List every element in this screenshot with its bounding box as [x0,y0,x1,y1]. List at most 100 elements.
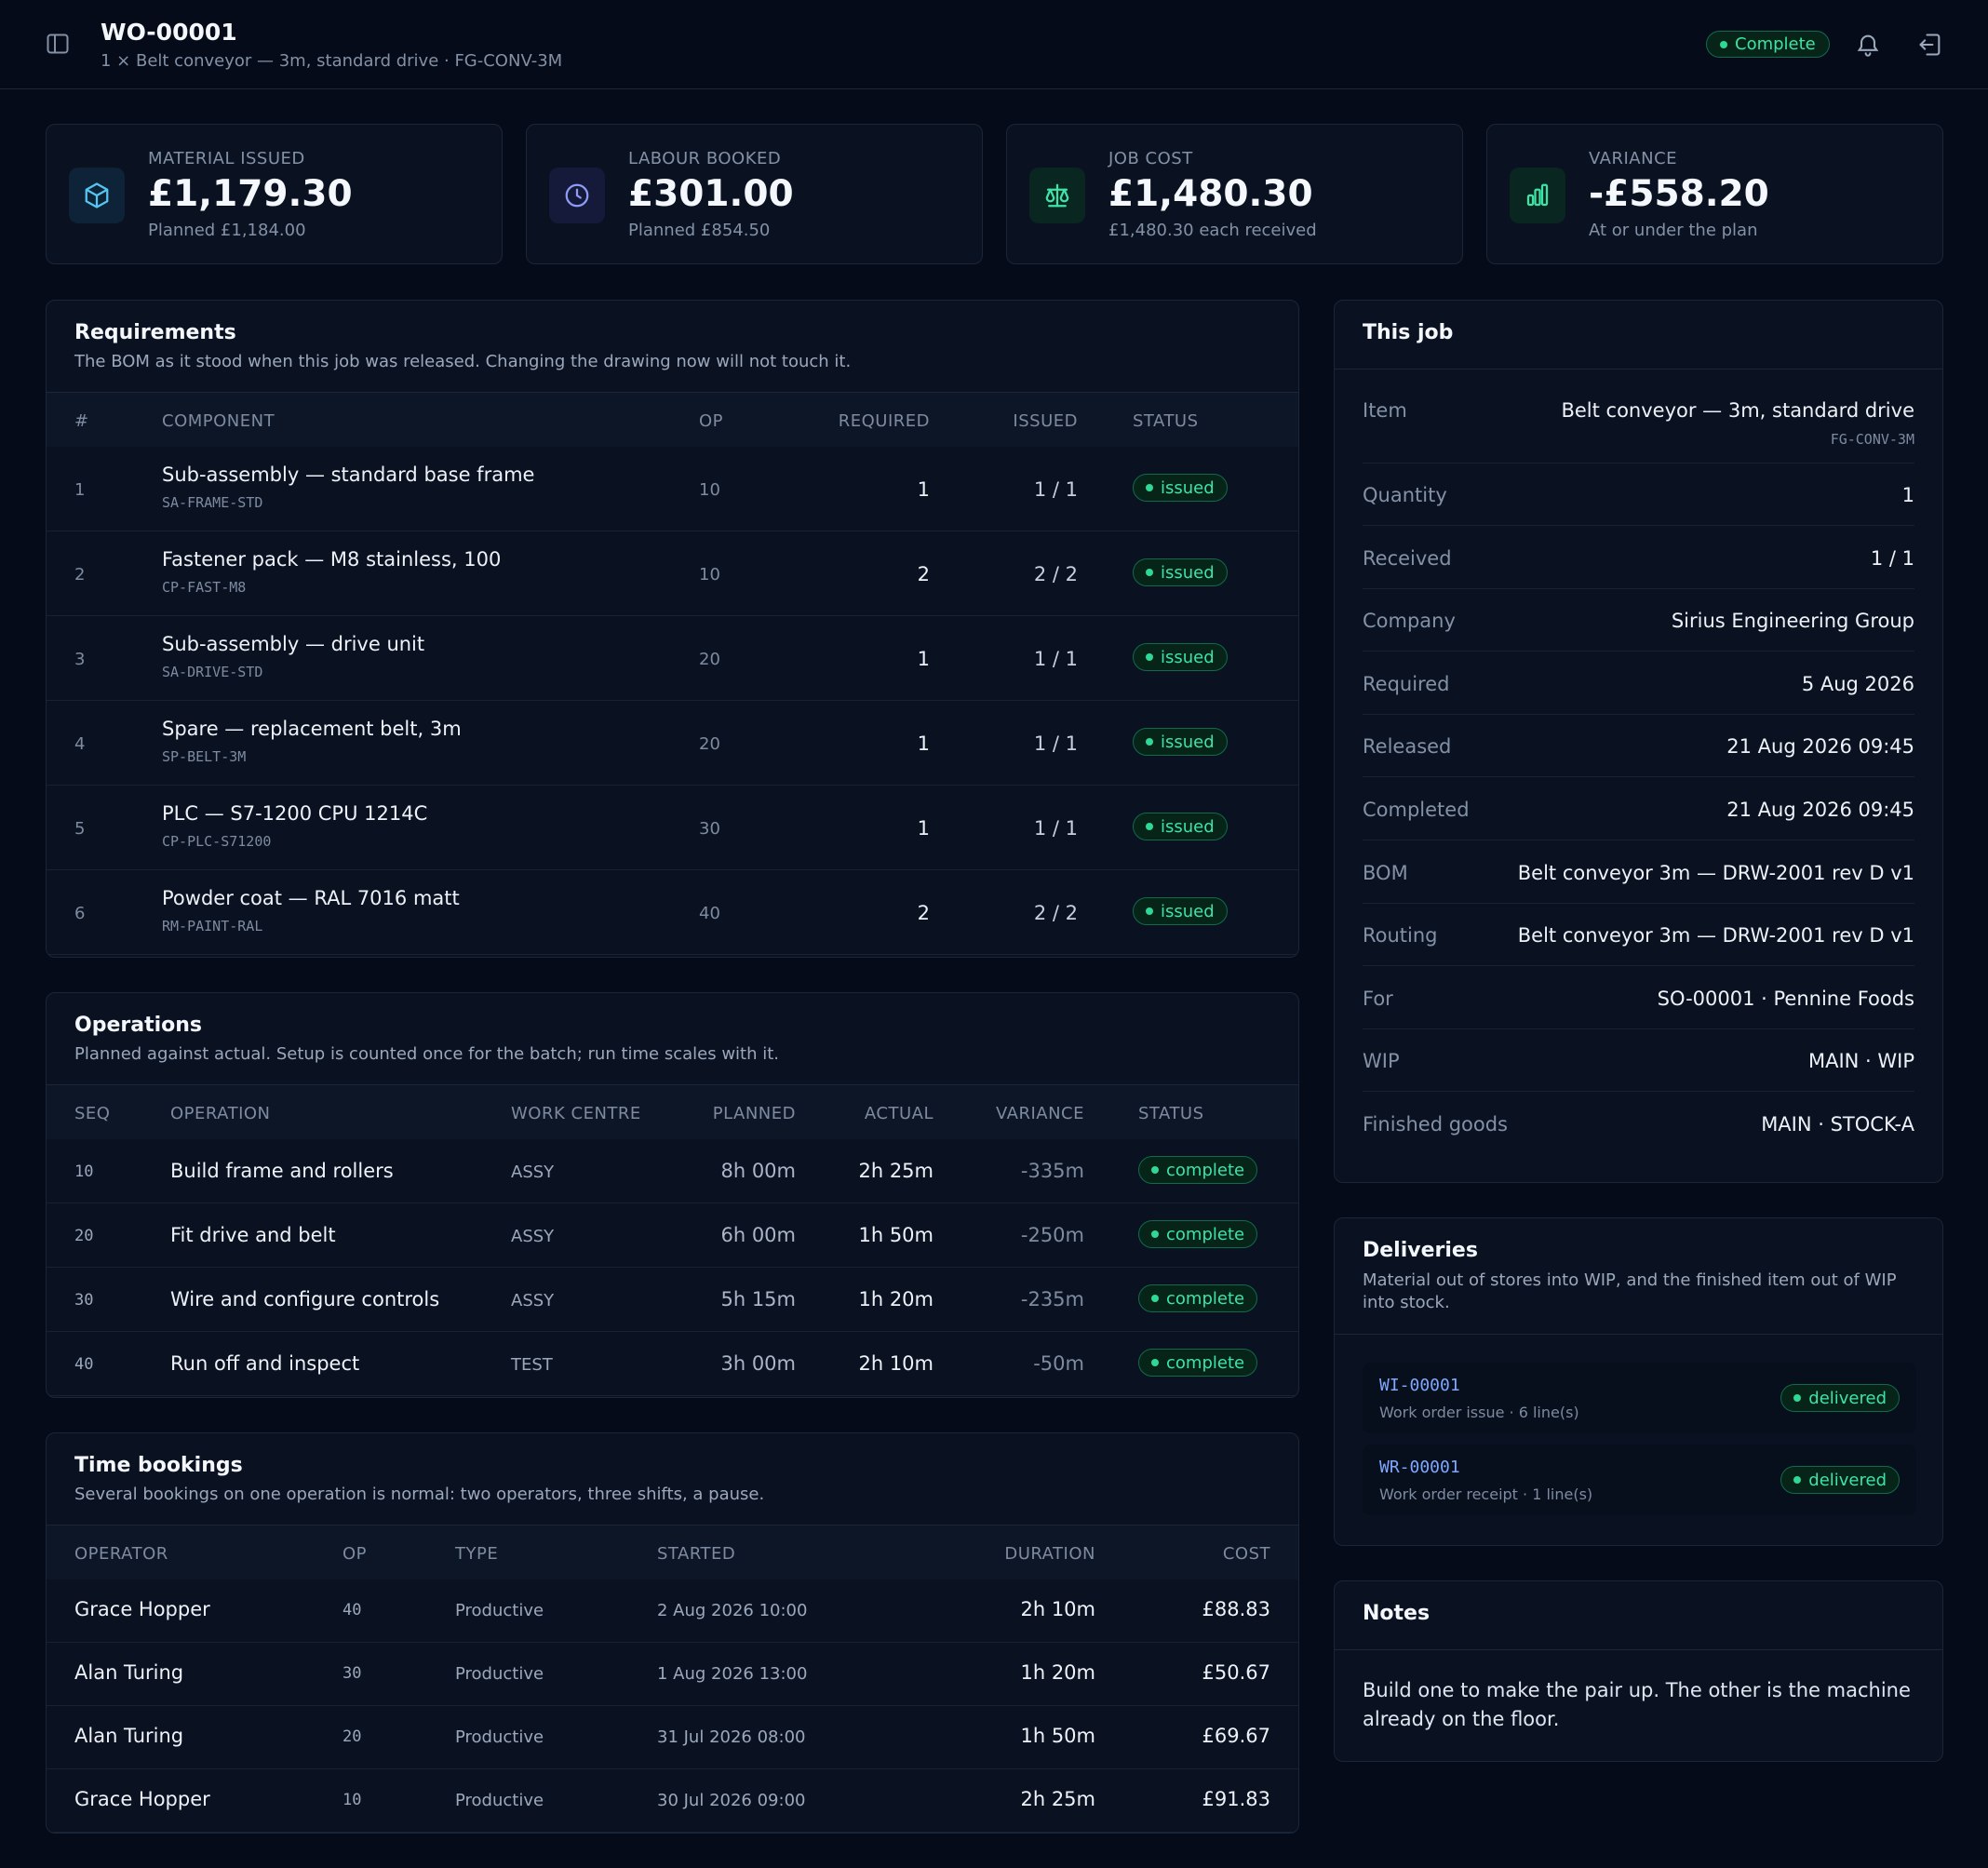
table-row[interactable]: Alan Turing 30 Productive 1 Aug 2026 13:00 1… [47,1643,1298,1706]
operations-header: Operations Planned against actual. Setup… [47,993,1298,1085]
table-row[interactable]: 5 PLC — S7-1200 CPU 1214C CP-PLC-S71200 30 1… [47,786,1298,870]
col-header[interactable]: TYPE [455,1544,498,1564]
required-qty: 2 [917,563,930,585]
col-header[interactable]: ACTUAL [865,1104,934,1123]
booking-type: Productive [455,1791,544,1810]
booking-type: Productive [455,1601,544,1620]
col-header[interactable]: DURATION [1004,1544,1095,1564]
status-label: complete [1166,1224,1245,1244]
sidebar-toggle-icon[interactable] [47,34,69,54]
duration: 2h 10m [1020,1598,1095,1620]
component-name[interactable]: PLC — S7-1200 CPU 1214C [162,802,427,825]
col-header[interactable]: STATUS [1138,1104,1204,1123]
job-field: Company Sirius Engineering Group [1363,589,1914,652]
bell-icon[interactable] [1855,32,1881,58]
requirements-panel: Requirements The BOM as it stood when th… [46,300,1299,958]
field-label: For [1363,987,1393,1010]
required-qty: 1 [917,817,930,840]
table-row[interactable]: 30 Wire and configure controls ASSY 5h 15m 1… [47,1268,1298,1332]
status-label: complete [1166,1288,1245,1309]
table-row[interactable]: 6 Powder coat — RAL 7016 matt RM-PAINT-RAL… [47,870,1298,955]
table-row[interactable]: Alan Turing 20 Productive 31 Jul 2026 08:00… [47,1706,1298,1769]
component-name[interactable]: Sub-assembly — drive unit [162,633,424,655]
status-pill: complete [1138,1220,1258,1248]
operation-name[interactable]: Build frame and rollers [170,1160,394,1182]
table-row[interactable]: Grace Hopper 10 Productive 30 Jul 2026 09:0… [47,1769,1298,1833]
field-label: Required [1363,672,1450,695]
field-label: Routing [1363,924,1438,947]
status-label: issued [1161,732,1215,752]
col-header[interactable]: COST [1223,1544,1270,1564]
field-value[interactable]: SO-00001 · Pennine Foods [1658,988,1914,1010]
status-pill: complete [1138,1349,1258,1377]
col-header[interactable]: OPERATION [170,1104,271,1123]
operation-name[interactable]: Run off and inspect [170,1352,359,1375]
status-badge: issued [1133,897,1228,925]
col-header[interactable]: # [74,411,89,431]
delivery-id[interactable]: WI-00001 [1379,1376,1460,1395]
table-row[interactable]: 2 Fastener pack — M8 stainless, 100 CP-FAS… [47,531,1298,616]
col-header[interactable]: VARIANCE [996,1104,1084,1123]
delivery-item[interactable]: WI-00001 Work order issue · 6 line(s) de… [1363,1363,1916,1433]
status-dot [1146,823,1153,830]
component-name[interactable]: Fastener pack — M8 stainless, 100 [162,548,501,571]
bar-chart-icon [1510,168,1565,223]
stat-value: £301.00 [628,173,794,215]
variance-time: -335m [1020,1160,1084,1182]
col-header[interactable]: SEQ [74,1104,110,1123]
col-header[interactable]: PLANNED [713,1104,796,1123]
logout-icon[interactable] [1917,32,1943,58]
field-value: MAIN · STOCK-A [1761,1113,1914,1136]
table-row[interactable]: 1 Sub-assembly — standard base frame SA-FR… [47,447,1298,531]
status-dot [1146,569,1153,576]
col-header[interactable]: STATUS [1133,411,1199,431]
col-header[interactable]: ISSUED [1013,411,1078,431]
table-row[interactable]: 40 Run off and inspect TEST 3h 00m 2h 10m -50… [47,1332,1298,1396]
deliveries-header: Deliveries Material out of stores into W… [1335,1218,1942,1335]
delivery-item[interactable]: WR-00001 Work order receipt · 1 line(s) … [1363,1445,1916,1515]
page-subtitle: 1 × Belt conveyor — 3m, standard drive ·… [101,51,563,71]
clock-icon [549,168,605,223]
field-value: Belt conveyor 3m — DRW-2001 rev D v1 [1517,924,1914,947]
col-header[interactable]: COMPONENT [162,411,275,431]
status-dot [1146,738,1153,746]
job-field: Received 1 / 1 [1363,527,1914,589]
status-badge: complete [1138,1349,1258,1377]
table-row[interactable]: 4 Spare — replacement belt, 3m SP-BELT-3M 2… [47,701,1298,786]
table-header: SEQ OPERATION WORK CENTRE PLANNED ACTUAL… [47,1085,1298,1139]
issued-qty: 1 / 1 [1033,817,1078,840]
col-header[interactable]: REQUIRED [839,411,930,431]
col-header[interactable]: OP [699,411,723,431]
table-row[interactable]: 10 Build frame and rollers ASSY 8h 00m 2h 25… [47,1139,1298,1203]
component-name[interactable]: Powder coat — RAL 7016 matt [162,887,460,909]
job-field: Completed 21 Aug 2026 09:45 [1363,778,1914,840]
field-label: Finished goods [1363,1113,1509,1136]
table-row[interactable]: 20 Fit drive and belt ASSY 6h 00m 1h 50m -250… [47,1203,1298,1268]
op-number: 40 [699,904,720,923]
operator-name: Alan Turing [74,1725,184,1747]
status-label: issued [1161,647,1215,667]
operation-name[interactable]: Fit drive and belt [170,1224,336,1246]
started-time: 2 Aug 2026 10:00 [657,1601,808,1620]
component-name[interactable]: Sub-assembly — standard base frame [162,464,534,486]
delivery-id[interactable]: WR-00001 [1379,1458,1460,1477]
table-row[interactable]: 3 Sub-assembly — drive unit SA-DRIVE-STD 20… [47,616,1298,701]
delivered-badge: delivered [1780,1384,1900,1412]
planned-time: 6h 00m [720,1224,796,1246]
table-row[interactable]: Grace Hopper 40 Productive 2 Aug 2026 10:00… [47,1579,1298,1643]
work-centre: ASSY [511,1291,555,1310]
field-label: Completed [1363,799,1470,821]
seq-number: 30 [74,1291,94,1310]
col-header[interactable]: WORK CENTRE [511,1104,641,1123]
operation-name[interactable]: Wire and configure controls [170,1288,439,1310]
stat-sub: £1,480.30 each received [1108,221,1317,240]
component-name[interactable]: Spare — replacement belt, 3m [162,718,462,740]
col-header[interactable]: OPERATOR [74,1544,168,1564]
job-field: Finished goods MAIN · STOCK-A [1363,1093,1914,1155]
col-header[interactable]: OP [343,1544,367,1564]
variance-time: -50m [1033,1352,1084,1375]
component-code: CP-PLC-S71200 [162,833,272,850]
status-dot [1151,1230,1159,1238]
op-number: 10 [699,480,720,500]
col-header[interactable]: STARTED [657,1544,735,1564]
